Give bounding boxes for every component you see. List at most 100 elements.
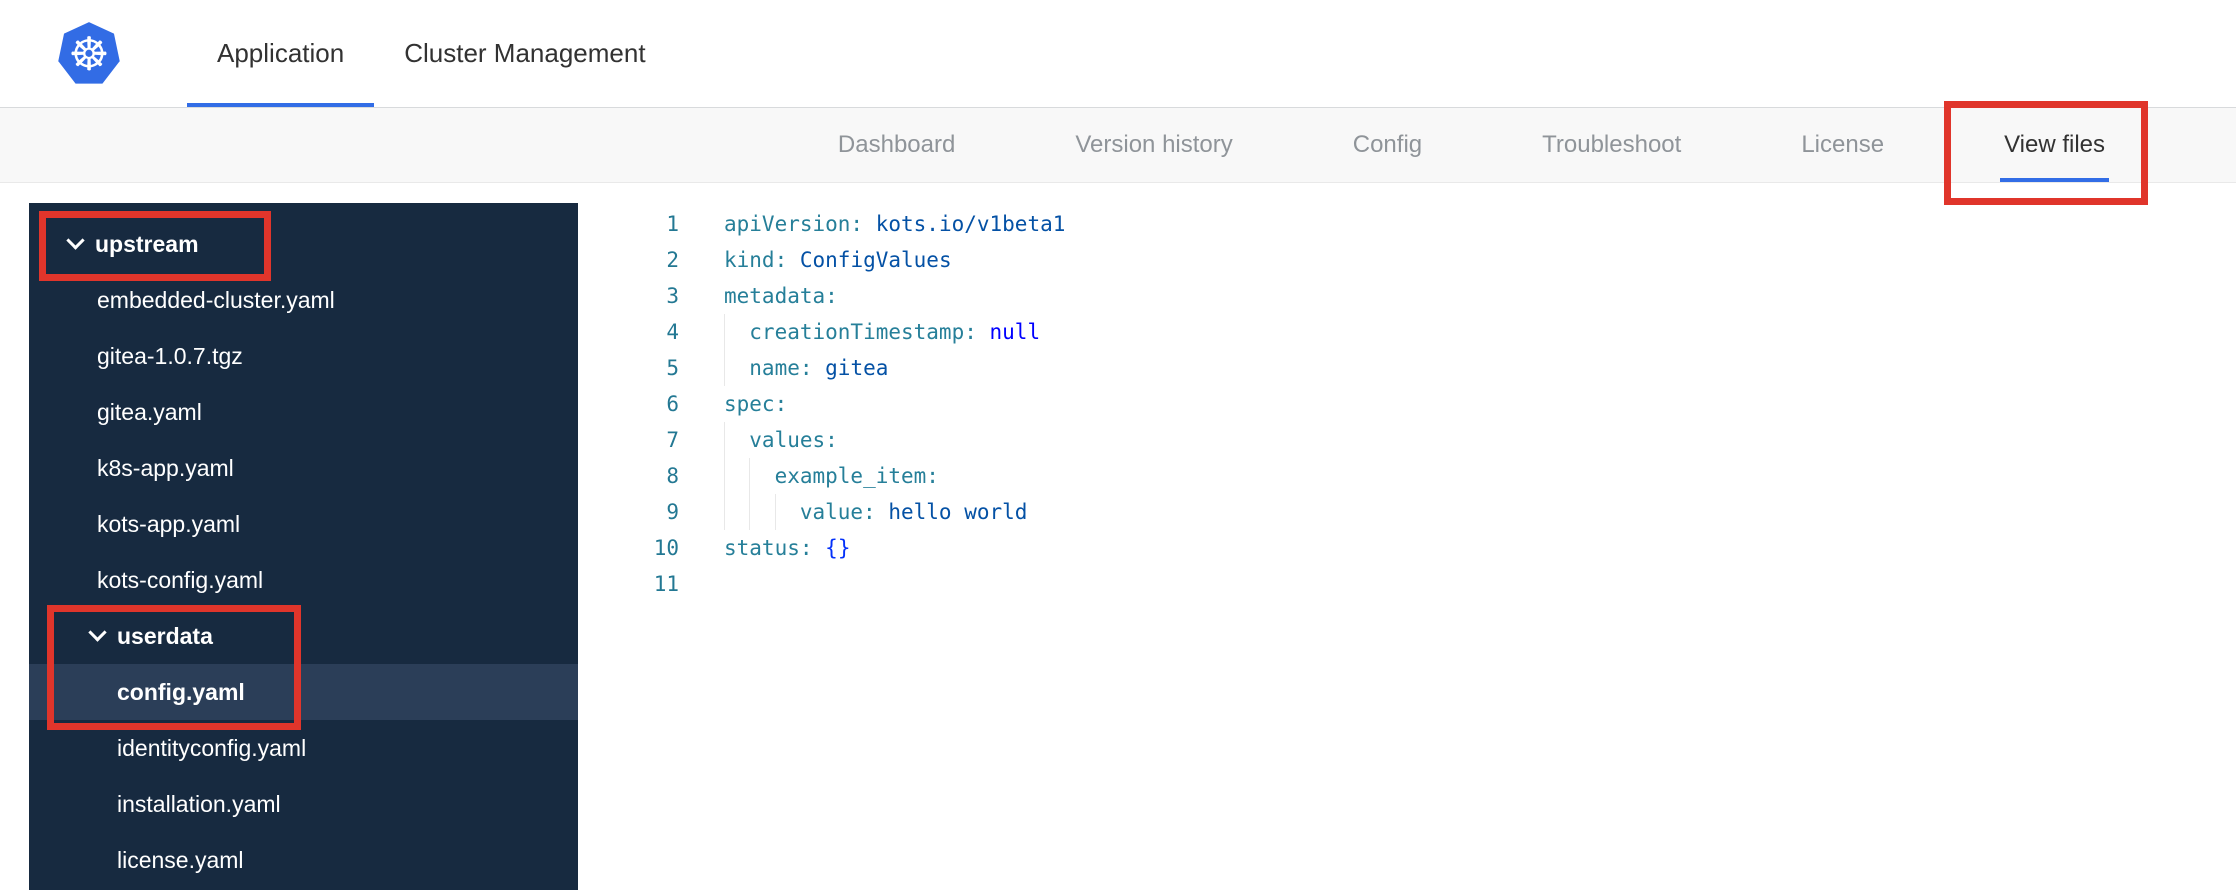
code-content: example_item: (679, 458, 939, 494)
line-number: 2 (666, 248, 679, 272)
token-key: spec: (724, 392, 788, 416)
tree-item-label: config.yaml (117, 678, 245, 705)
code-content: metadata: (679, 278, 838, 314)
header-tabs: Application Cluster Management (187, 0, 676, 107)
tree-item-kots-app-yaml[interactable]: kots-app.yaml (29, 496, 578, 552)
code-line: 7 values: (578, 422, 2236, 458)
tree-item-gitea-1-0-7-tgz[interactable]: gitea-1.0.7.tgz (29, 328, 578, 384)
tab-license[interactable]: License (1801, 108, 1884, 182)
tree-item-label: upstream (95, 230, 199, 257)
line-number: 8 (666, 464, 679, 488)
tree-item-label: embedded-cluster.yaml (97, 286, 335, 313)
token-key: example_item: (774, 464, 939, 488)
tree-item-label: gitea.yaml (97, 398, 202, 425)
token-key: creationTimestamp: (749, 320, 977, 344)
token-key: values: (749, 428, 838, 452)
code-content: kind: ConfigValues (679, 242, 952, 278)
tree-item-installation-yaml[interactable]: installation.yaml (29, 776, 578, 832)
indent-guide (724, 458, 749, 494)
token-key: status: (724, 536, 813, 560)
indent-guide (749, 458, 774, 494)
code-content: creationTimestamp: null (679, 314, 1040, 350)
tab-application[interactable]: Application (187, 0, 375, 107)
chevron-down-icon (88, 623, 107, 642)
indent-guide (774, 494, 800, 530)
tab-view-files[interactable]: View files (2000, 108, 2109, 182)
tree-item-label: kots-app.yaml (97, 510, 241, 537)
token-val: kots.io/v1beta1 (875, 212, 1066, 236)
token-key: apiVersion: (724, 212, 864, 236)
line-number: 1 (666, 212, 679, 236)
code-line: 8 example_item: (578, 458, 2236, 494)
code-content: values: (679, 422, 838, 458)
line-number: 11 (653, 572, 679, 596)
indent-guide (724, 350, 749, 386)
chevron-down-icon (66, 231, 85, 250)
code-line: 10 status: {} (578, 530, 2236, 566)
token-kw: null (989, 320, 1041, 344)
tree-item-embedded-cluster-yaml[interactable]: embedded-cluster.yaml (29, 272, 578, 328)
kots-admin-console: ☸ Application Cluster Management Dashboa… (0, 0, 2236, 890)
tab-cluster-management[interactable]: Cluster Management (374, 0, 675, 107)
tree-item-config-yaml[interactable]: config.yaml (29, 664, 578, 720)
file-tree-sidebar: upstream embedded-cluster.yaml gitea-1.0.7… (29, 203, 578, 890)
line-number: 10 (653, 536, 679, 560)
code-line: 6 spec: (578, 386, 2236, 422)
code-content: apiVersion: kots.io/v1beta1 (679, 206, 1065, 242)
tree-item-label: k8s-app.yaml (97, 454, 234, 481)
indent-guide (749, 494, 774, 530)
token-key: name: (749, 356, 813, 380)
editor-lines: 1 apiVersion: kots.io/v1beta1 2 kind: Confi… (578, 206, 2236, 602)
tree-item-kots-config-yaml[interactable]: kots-config.yaml (29, 552, 578, 608)
code-content: status: {} (679, 530, 850, 566)
subnav: Dashboard Version history Config Trouble… (0, 108, 2236, 183)
line-number: 5 (666, 356, 679, 380)
code-line: 2 kind: ConfigValues (578, 242, 2236, 278)
tree-item-userdata[interactable]: userdata (29, 608, 578, 664)
tree-item-label: license.yaml (117, 846, 244, 873)
helm-wheel-icon: ☸ (68, 26, 110, 81)
yaml-code-editor[interactable]: 1 apiVersion: kots.io/v1beta1 2 kind: Confi… (578, 203, 2236, 890)
code-content: spec: (679, 386, 787, 422)
code-line: 3 metadata: (578, 278, 2236, 314)
header: ☸ Application Cluster Management (0, 0, 2236, 108)
tab-version-history[interactable]: Version history (1075, 108, 1232, 182)
tree-item-gitea-yaml[interactable]: gitea.yaml (29, 384, 578, 440)
tree-item-label: kots-config.yaml (97, 566, 264, 593)
token-val: hello world (888, 500, 1028, 524)
code-line: 9 value: hello world (578, 494, 2236, 530)
code-content: name: gitea (679, 350, 888, 386)
tree-item-upstream[interactable]: upstream (29, 216, 578, 272)
tree-item-label: identityconfig.yaml (117, 734, 307, 761)
tab-dashboard[interactable]: Dashboard (838, 108, 955, 182)
line-number: 7 (666, 428, 679, 452)
file-tree: upstream embedded-cluster.yaml gitea-1.0.7… (29, 216, 578, 888)
tree-item-identityconfig-yaml[interactable]: identityconfig.yaml (29, 720, 578, 776)
tree-item-label: installation.yaml (117, 790, 281, 817)
code-line: 4 creationTimestamp: null (578, 314, 2236, 350)
token-val: gitea (825, 356, 889, 380)
indent-guide (724, 422, 749, 458)
line-number: 6 (666, 392, 679, 416)
tab-config[interactable]: Config (1353, 108, 1422, 182)
token-key: metadata: (724, 284, 838, 308)
code-line: 1 apiVersion: kots.io/v1beta1 (578, 206, 2236, 242)
indent-guide (724, 314, 749, 350)
token-key: kind: (724, 248, 788, 272)
tab-troubleshoot[interactable]: Troubleshoot (1542, 108, 1681, 182)
tree-item-label: gitea-1.0.7.tgz (97, 342, 243, 369)
tree-item-license-yaml[interactable]: license.yaml (29, 832, 578, 888)
tree-item-k8s-app-yaml[interactable]: k8s-app.yaml (29, 440, 578, 496)
indent-guide (724, 494, 749, 530)
code-content (679, 566, 724, 602)
code-line: 11 (578, 566, 2236, 602)
line-number: 4 (666, 320, 679, 344)
token-key: value: (799, 500, 876, 524)
code-content: value: hello world (679, 494, 1027, 530)
